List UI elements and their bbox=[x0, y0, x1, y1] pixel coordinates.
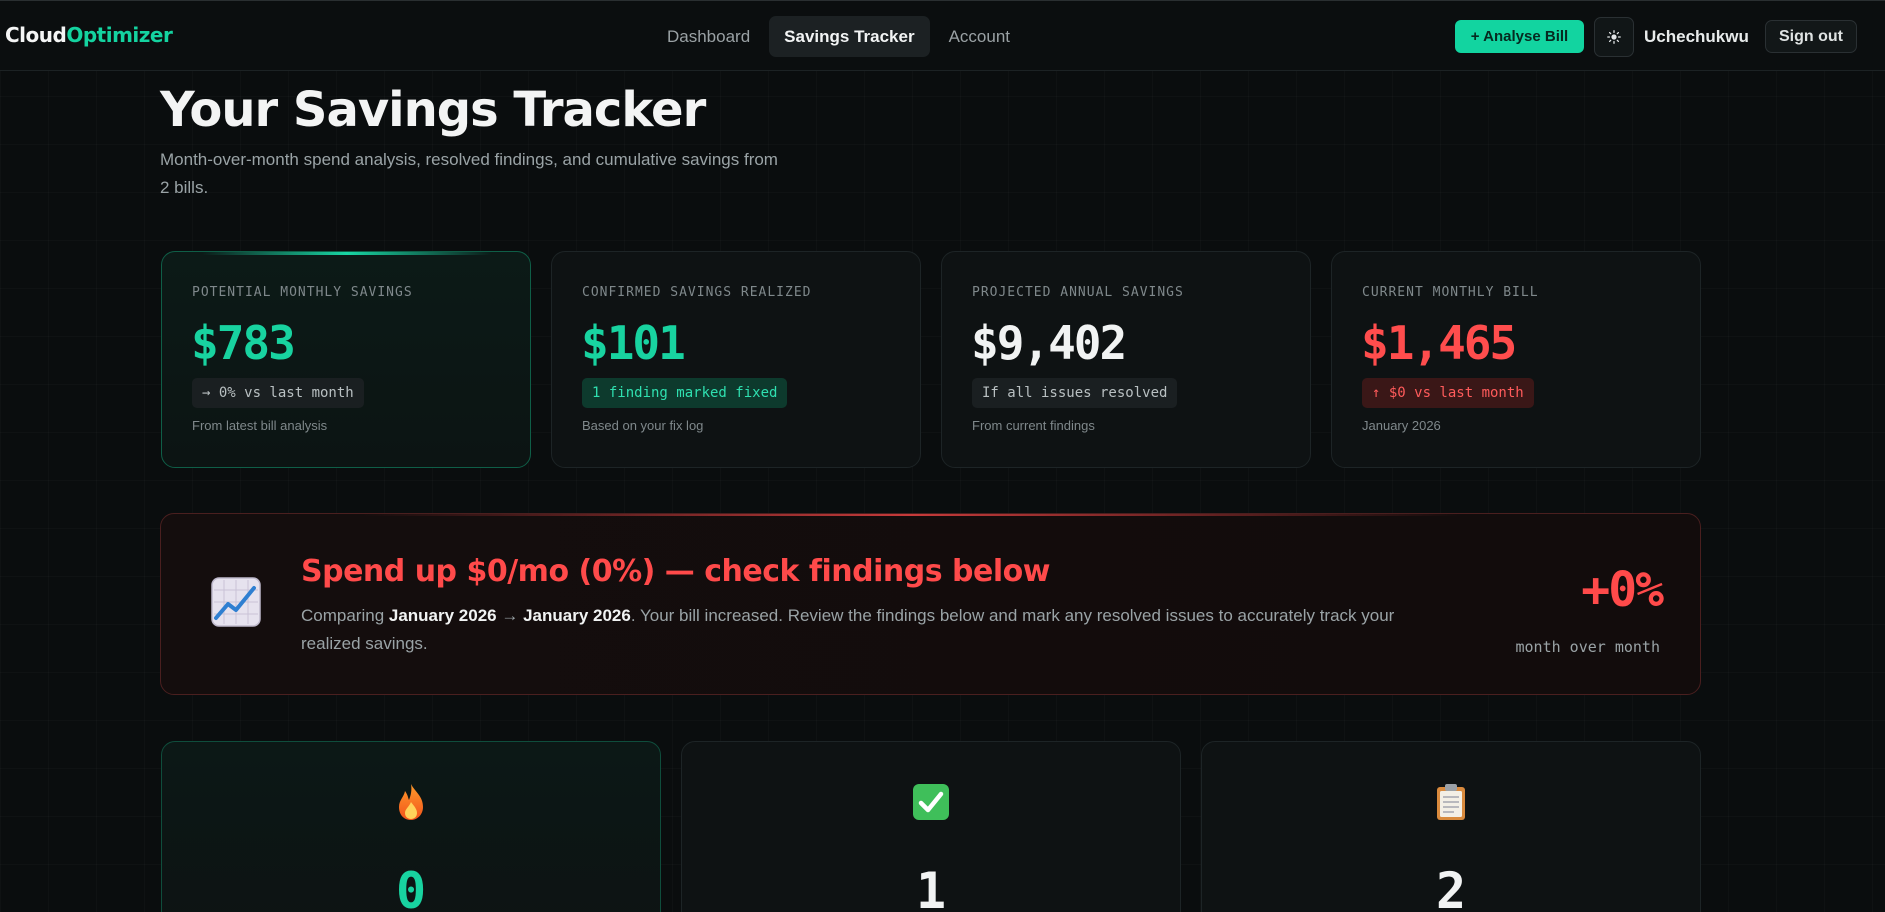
stat-label: CONFIRMED SAVINGS REALIZED bbox=[582, 285, 812, 300]
top-navbar: CloudOptimizer Dashboard Savings Tracker… bbox=[0, 0, 1885, 71]
stat-value: $1,465 bbox=[1361, 316, 1517, 370]
count-value: 0 bbox=[395, 862, 427, 912]
nav-link-dashboard[interactable]: Dashboard bbox=[652, 16, 765, 57]
from-month: January 2026 bbox=[388, 606, 497, 625]
stat-trend-badge: If all issues resolved bbox=[972, 378, 1178, 408]
user-name: Uchechukwu bbox=[1644, 27, 1749, 46]
spend-alert-banner: Spend up $0/mo (0%) — check findings bel… bbox=[160, 513, 1701, 695]
nav-link-savings-tracker[interactable]: Savings Tracker bbox=[769, 16, 930, 57]
stat-trend-badge: ↑ $0 vs last month bbox=[1362, 378, 1534, 408]
clipboard-icon bbox=[1437, 784, 1465, 820]
count-value: 2 bbox=[1435, 862, 1467, 912]
alert-title: Spend up $0/mo (0%) — check findings bel… bbox=[301, 554, 1050, 589]
stat-footnote: From current findings bbox=[972, 418, 1095, 433]
stat-value: $783 bbox=[191, 316, 296, 370]
count-card-resolved: 1 bbox=[681, 741, 1181, 912]
stat-trend-badge: → 0% vs last month bbox=[192, 378, 364, 408]
brand-logo[interactable]: CloudOptimizer bbox=[5, 23, 173, 47]
stat-value: $101 bbox=[581, 316, 686, 370]
count-card-active-issues: 0 bbox=[161, 741, 661, 912]
stat-label: PROJECTED ANNUAL SAVINGS bbox=[972, 285, 1184, 300]
count-card-bills-analysed: 2 bbox=[1201, 741, 1701, 912]
stat-card-current-bill: CURRENT MONTHLY BILL $1,465 ↑ $0 vs last… bbox=[1331, 251, 1701, 468]
count-value: 1 bbox=[915, 862, 947, 912]
stat-trend-badge: 1 finding marked fixed bbox=[582, 378, 788, 408]
brand-part-optimizer: Optimizer bbox=[66, 23, 173, 47]
stat-card-projected-annual: PROJECTED ANNUAL SAVINGS $9,402 If all i… bbox=[941, 251, 1311, 468]
mom-change-value: +0% bbox=[1581, 562, 1664, 618]
theme-toggle-button[interactable] bbox=[1594, 17, 1634, 57]
alert-description: Comparing January 2026 → January 2026. Y… bbox=[301, 606, 1395, 653]
fire-icon bbox=[399, 784, 423, 820]
sun-icon bbox=[1607, 30, 1621, 44]
nav-link-account[interactable]: Account bbox=[934, 16, 1025, 57]
stat-footnote: From latest bill analysis bbox=[192, 418, 328, 433]
sign-out-button[interactable]: Sign out bbox=[1765, 20, 1857, 53]
stat-footnote: January 2026 bbox=[1362, 418, 1441, 433]
stat-card-potential-savings: POTENTIAL MONTHLY SAVINGS $783 → 0% vs l… bbox=[161, 251, 531, 468]
stat-value: $9,402 bbox=[971, 316, 1127, 370]
page-title: Your Savings Tracker bbox=[160, 82, 706, 138]
chart-increasing-icon bbox=[211, 577, 261, 627]
brand-part-cloud: Cloud bbox=[5, 23, 67, 47]
main-nav: Dashboard Savings Tracker Account bbox=[652, 16, 1025, 57]
stat-label: CURRENT MONTHLY BILL bbox=[1362, 285, 1539, 300]
check-icon bbox=[913, 784, 949, 820]
stat-label: POTENTIAL MONTHLY SAVINGS bbox=[192, 285, 413, 300]
mom-change-label: month over month bbox=[1515, 638, 1661, 656]
stat-footnote: Based on your fix log bbox=[582, 418, 704, 433]
to-month: January 2026 bbox=[523, 606, 631, 625]
page-subtitle: Month-over-month spend analysis, resolve… bbox=[160, 150, 778, 197]
analyse-bill-button[interactable]: + Analyse Bill bbox=[1455, 20, 1584, 53]
stat-card-confirmed-savings: CONFIRMED SAVINGS REALIZED $101 1 findin… bbox=[551, 251, 921, 468]
